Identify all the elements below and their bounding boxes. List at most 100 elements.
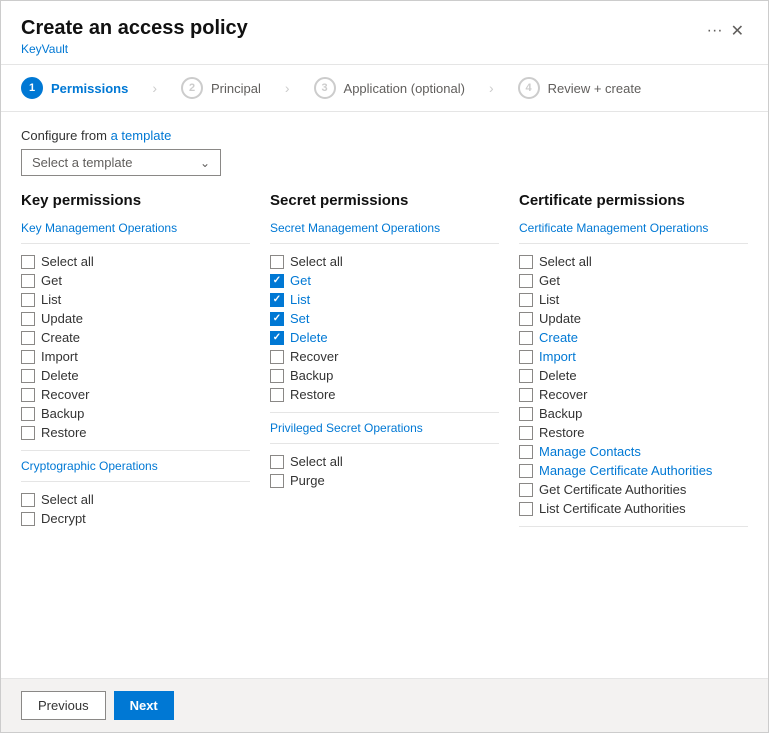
secret-get: Get bbox=[270, 271, 499, 290]
key-delete-checkbox[interactable] bbox=[21, 369, 35, 383]
key-management-label: Key Management Operations bbox=[21, 221, 250, 235]
cert-divider-1 bbox=[519, 243, 748, 244]
cert-list: List bbox=[519, 290, 748, 309]
step-2-circle: 2 bbox=[181, 77, 203, 99]
key-get-label: Get bbox=[41, 273, 62, 288]
panel-title: Create an access policy bbox=[21, 17, 248, 40]
secret-permissions-column: Secret permissions Secret Management Ope… bbox=[270, 192, 499, 535]
key-decrypt-checkbox[interactable] bbox=[21, 512, 35, 526]
secret-get-checkbox[interactable] bbox=[270, 274, 284, 288]
secret-restore-checkbox[interactable] bbox=[270, 388, 284, 402]
key-decrypt: Decrypt bbox=[21, 509, 250, 528]
secret-divider-3 bbox=[270, 443, 499, 444]
key-select-all-label: Select all bbox=[41, 254, 94, 269]
secret-select-all-checkbox[interactable] bbox=[270, 255, 284, 269]
step-review[interactable]: 4 Review + create bbox=[518, 77, 642, 99]
cert-get-checkbox[interactable] bbox=[519, 274, 533, 288]
cert-delete-checkbox[interactable] bbox=[519, 369, 533, 383]
key-select-all: Select all bbox=[21, 252, 250, 271]
cert-import-checkbox[interactable] bbox=[519, 350, 533, 364]
secret-recover-checkbox[interactable] bbox=[270, 350, 284, 364]
secret-recover-label: Recover bbox=[290, 349, 338, 364]
step-principal[interactable]: 2 Principal bbox=[181, 77, 261, 99]
secret-delete: Delete bbox=[270, 328, 499, 347]
key-permissions-column: Key permissions Key Management Operation… bbox=[21, 192, 250, 535]
key-divider-2 bbox=[21, 450, 250, 451]
template-label: Configure from a template bbox=[21, 128, 748, 143]
cert-update-checkbox[interactable] bbox=[519, 312, 533, 326]
key-divider-1 bbox=[21, 243, 250, 244]
secret-management-label: Secret Management Operations bbox=[270, 221, 499, 235]
previous-button[interactable]: Previous bbox=[21, 691, 106, 720]
step-4-circle: 4 bbox=[518, 77, 540, 99]
secret-backup: Backup bbox=[270, 366, 499, 385]
key-select-all-checkbox[interactable] bbox=[21, 255, 35, 269]
secret-list-label: List bbox=[290, 292, 310, 307]
key-permissions-title: Key permissions bbox=[21, 192, 250, 209]
secret-delete-checkbox[interactable] bbox=[270, 331, 284, 345]
header-actions: ··· ✕ bbox=[695, 17, 748, 45]
key-list-checkbox[interactable] bbox=[21, 293, 35, 307]
cert-create-label: Create bbox=[539, 330, 578, 345]
cert-get-label: Get bbox=[539, 273, 560, 288]
secret-priv-select-all-checkbox[interactable] bbox=[270, 455, 284, 469]
next-button[interactable]: Next bbox=[114, 691, 174, 720]
secret-priv-select-all: Select all bbox=[270, 452, 499, 471]
cert-delete: Delete bbox=[519, 366, 748, 385]
panel-subtitle: KeyVault bbox=[21, 42, 248, 56]
key-get: Get bbox=[21, 271, 250, 290]
key-create-checkbox[interactable] bbox=[21, 331, 35, 345]
cert-list-checkbox[interactable] bbox=[519, 293, 533, 307]
key-import-checkbox[interactable] bbox=[21, 350, 35, 364]
secret-get-label: Get bbox=[290, 273, 311, 288]
cert-manage-contacts-checkbox[interactable] bbox=[519, 445, 533, 459]
key-restore-checkbox[interactable] bbox=[21, 426, 35, 440]
cert-create-checkbox[interactable] bbox=[519, 331, 533, 345]
key-backup-checkbox[interactable] bbox=[21, 407, 35, 421]
secret-backup-checkbox[interactable] bbox=[270, 369, 284, 383]
key-divider-3 bbox=[21, 481, 250, 482]
cert-backup-checkbox[interactable] bbox=[519, 407, 533, 421]
secret-list: List bbox=[270, 290, 499, 309]
cert-import-label: Import bbox=[539, 349, 576, 364]
key-recover-checkbox[interactable] bbox=[21, 388, 35, 402]
cert-get-ca-checkbox[interactable] bbox=[519, 483, 533, 497]
key-get-checkbox[interactable] bbox=[21, 274, 35, 288]
cert-select-all-checkbox[interactable] bbox=[519, 255, 533, 269]
cert-manage-ca: Manage Certificate Authorities bbox=[519, 461, 748, 480]
secret-set: Set bbox=[270, 309, 499, 328]
secret-purge-checkbox[interactable] bbox=[270, 474, 284, 488]
step-permissions[interactable]: 1 Permissions bbox=[21, 77, 128, 99]
key-import-label: Import bbox=[41, 349, 78, 364]
close-button[interactable]: ✕ bbox=[727, 17, 748, 45]
step-application[interactable]: 3 Application (optional) bbox=[314, 77, 465, 99]
template-dropdown[interactable]: Select a template ⌄ bbox=[21, 149, 221, 176]
cert-manage-contacts-label: Manage Contacts bbox=[539, 444, 641, 459]
secret-permissions-title: Secret permissions bbox=[270, 192, 499, 209]
cert-divider-2 bbox=[519, 526, 748, 527]
secret-select-all-label: Select all bbox=[290, 254, 343, 269]
secret-set-checkbox[interactable] bbox=[270, 312, 284, 326]
cert-list-ca-checkbox[interactable] bbox=[519, 502, 533, 516]
secret-list-checkbox[interactable] bbox=[270, 293, 284, 307]
cert-restore-checkbox[interactable] bbox=[519, 426, 533, 440]
cert-list-label: List bbox=[539, 292, 559, 307]
key-crypto-select-all-checkbox[interactable] bbox=[21, 493, 35, 507]
cert-list-ca-label: List Certificate Authorities bbox=[539, 501, 686, 516]
more-button[interactable]: ··· bbox=[703, 18, 727, 44]
step-divider-2: › bbox=[285, 80, 290, 96]
template-link[interactable]: a template bbox=[111, 128, 172, 143]
secret-select-all: Select all bbox=[270, 252, 499, 271]
key-crypto-select-all: Select all bbox=[21, 490, 250, 509]
secret-restore: Restore bbox=[270, 385, 499, 404]
cert-permissions-column: Certificate permissions Certificate Mana… bbox=[519, 192, 748, 535]
key-update-checkbox[interactable] bbox=[21, 312, 35, 326]
cert-manage-ca-checkbox[interactable] bbox=[519, 464, 533, 478]
key-delete-label: Delete bbox=[41, 368, 79, 383]
cert-restore: Restore bbox=[519, 423, 748, 442]
key-create: Create bbox=[21, 328, 250, 347]
key-recover: Recover bbox=[21, 385, 250, 404]
key-list-label: List bbox=[41, 292, 61, 307]
key-list: List bbox=[21, 290, 250, 309]
cert-recover-checkbox[interactable] bbox=[519, 388, 533, 402]
